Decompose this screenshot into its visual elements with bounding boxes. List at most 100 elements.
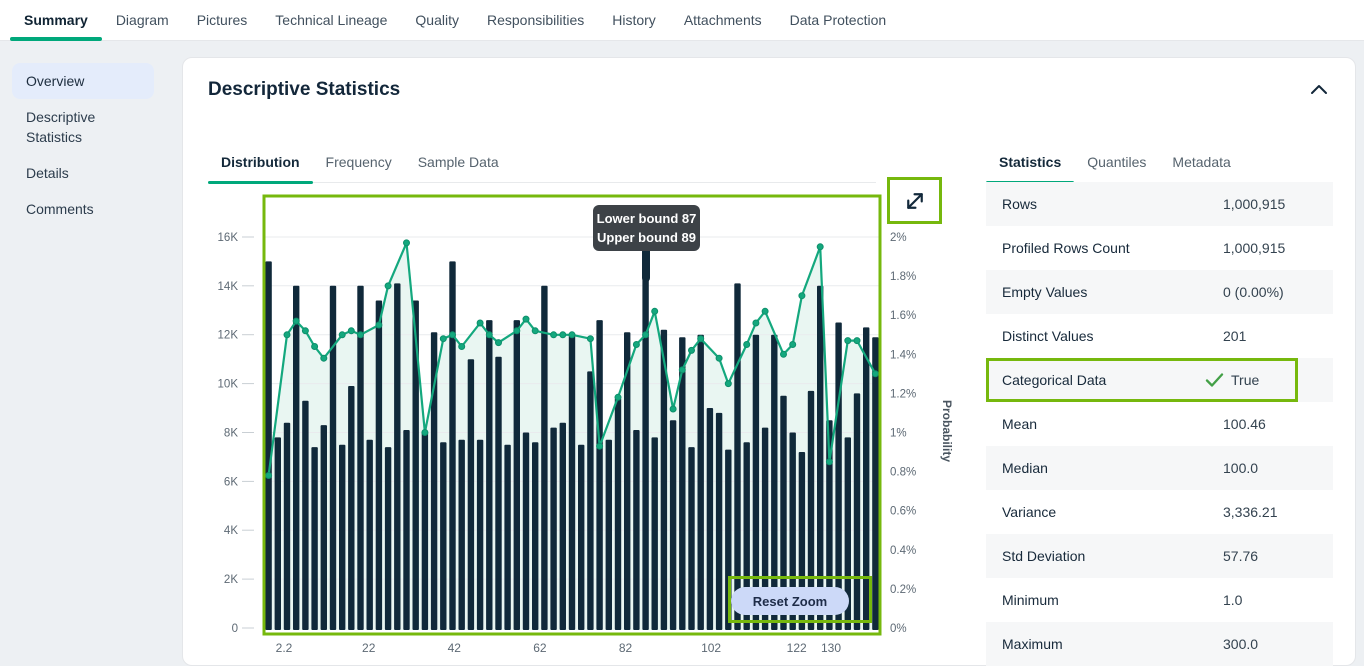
stat-value: 201 bbox=[1223, 328, 1246, 344]
nav-tab-technical-lineage[interactable]: Technical Lineage bbox=[261, 0, 401, 40]
svg-text:122: 122 bbox=[787, 641, 807, 655]
stat-label: Categorical Data bbox=[986, 372, 1106, 388]
stat-value: 57.76 bbox=[1223, 548, 1258, 564]
stats-tab-statistics[interactable]: Statistics bbox=[986, 144, 1074, 182]
sidebar-item-descriptive-statistics[interactable]: Descriptive Statistics bbox=[12, 99, 154, 155]
tooltip-lower-bound: Lower bound 87 bbox=[593, 209, 700, 228]
top-nav-tabs: SummaryDiagramPicturesTechnical LineageQ… bbox=[0, 0, 1364, 41]
stat-label: Mean bbox=[986, 416, 1037, 432]
stat-value-with-check: True bbox=[1205, 372, 1259, 388]
stat-row-variance: Variance 3,336.21 bbox=[986, 490, 1333, 534]
svg-text:4K: 4K bbox=[224, 525, 238, 537]
expand-diagonal-arrows-icon bbox=[899, 185, 931, 217]
stat-label: Profiled Rows Count bbox=[986, 240, 1130, 256]
stat-row-rows: Rows 1,000,915 bbox=[986, 182, 1333, 226]
svg-text:2%: 2% bbox=[890, 232, 907, 244]
app-screen: SummaryDiagramPicturesTechnical LineageQ… bbox=[0, 0, 1364, 666]
chart-tab-distribution[interactable]: Distribution bbox=[208, 144, 313, 182]
stat-label: Minimum bbox=[986, 592, 1059, 608]
stat-value: 100.46 bbox=[1223, 416, 1266, 432]
stat-value: 1.0 bbox=[1223, 592, 1242, 608]
stat-label: Median bbox=[986, 460, 1048, 476]
stat-label: Empty Values bbox=[986, 284, 1087, 300]
svg-text:2K: 2K bbox=[224, 574, 238, 586]
stat-value: 300.0 bbox=[1223, 636, 1258, 652]
distribution-chart: 16K 14K 12K 10K 8K 6K 4K 2K 0 2% 1.8% 1.6% 1.4% 1.2% 1… bbox=[208, 186, 968, 664]
svg-text:0.2%: 0.2% bbox=[890, 584, 916, 596]
svg-text:42: 42 bbox=[448, 641, 462, 655]
svg-text:0%: 0% bbox=[890, 623, 907, 635]
stat-label: Rows bbox=[986, 196, 1037, 212]
chart-tab-sample-data[interactable]: Sample Data bbox=[405, 144, 512, 182]
stat-label: Std Deviation bbox=[986, 548, 1085, 564]
descriptive-statistics-card: Descriptive Statistics DistributionFrequ… bbox=[182, 57, 1356, 666]
svg-text:1.4%: 1.4% bbox=[890, 349, 916, 361]
nav-tab-diagram[interactable]: Diagram bbox=[102, 0, 183, 40]
svg-text:12K: 12K bbox=[218, 330, 239, 342]
sidebar-item-overview[interactable]: Overview bbox=[12, 63, 154, 99]
svg-text:0.6%: 0.6% bbox=[890, 506, 916, 518]
svg-text:0.4%: 0.4% bbox=[890, 545, 916, 557]
stat-value: 1,000,915 bbox=[1223, 196, 1285, 212]
svg-text:0: 0 bbox=[232, 623, 238, 635]
nav-tab-summary[interactable]: Summary bbox=[10, 0, 102, 40]
svg-text:1.2%: 1.2% bbox=[890, 388, 916, 400]
tooltip-upper-bound: Upper bound 89 bbox=[593, 228, 700, 247]
chart-tab-frequency[interactable]: Frequency bbox=[313, 144, 405, 182]
svg-text:22: 22 bbox=[362, 641, 376, 655]
chart-tooltip: Lower bound 87 Upper bound 89 bbox=[593, 205, 700, 251]
nav-tab-responsibilities[interactable]: Responsibilities bbox=[473, 0, 598, 40]
stat-row-minimum: Minimum 1.0 bbox=[986, 578, 1333, 622]
stat-row-median: Median 100.0 bbox=[986, 446, 1333, 490]
svg-text:130: 130 bbox=[821, 641, 841, 655]
nav-tab-history[interactable]: History bbox=[598, 0, 670, 40]
annotation-box-reset-zoom: Reset Zoom bbox=[728, 576, 872, 623]
svg-text:Probability: Probability bbox=[940, 400, 954, 462]
svg-text:1.6%: 1.6% bbox=[890, 310, 916, 322]
svg-text:0.8%: 0.8% bbox=[890, 467, 916, 479]
stat-label: Maximum bbox=[986, 636, 1063, 652]
collapse-section-button[interactable] bbox=[1309, 82, 1329, 98]
svg-text:14K: 14K bbox=[218, 281, 239, 293]
svg-text:102: 102 bbox=[701, 641, 721, 655]
svg-text:62: 62 bbox=[533, 641, 547, 655]
svg-text:1.8%: 1.8% bbox=[890, 271, 916, 283]
svg-text:6K: 6K bbox=[224, 476, 238, 488]
stats-tab-metadata[interactable]: Metadata bbox=[1159, 144, 1243, 182]
sidebar-item-details[interactable]: Details bbox=[12, 155, 154, 191]
card-title: Descriptive Statistics bbox=[208, 79, 400, 101]
svg-text:8K: 8K bbox=[224, 428, 238, 440]
stat-row-distinct-values: Distinct Values 201 bbox=[986, 314, 1333, 358]
stat-label: Distinct Values bbox=[986, 328, 1094, 344]
nav-tab-attachments[interactable]: Attachments bbox=[670, 0, 776, 40]
stat-row-categorical-data: Categorical Data True bbox=[986, 358, 1333, 402]
reset-zoom-button[interactable]: Reset Zoom bbox=[731, 587, 849, 615]
stat-row-profiled-rows-count: Profiled Rows Count 1,000,915 bbox=[986, 226, 1333, 270]
svg-text:82: 82 bbox=[619, 641, 633, 655]
nav-tab-pictures[interactable]: Pictures bbox=[183, 0, 262, 40]
stat-row-std-deviation: Std Deviation 57.76 bbox=[986, 534, 1333, 578]
svg-text:10K: 10K bbox=[218, 379, 239, 391]
svg-text:1%: 1% bbox=[890, 428, 907, 440]
checkmark-icon bbox=[1205, 372, 1224, 388]
stat-label: Variance bbox=[986, 504, 1056, 520]
stat-value: 0 (0.00%) bbox=[1223, 284, 1284, 300]
sidebar-item-comments[interactable]: Comments bbox=[12, 191, 154, 227]
nav-tab-data-protection[interactable]: Data Protection bbox=[776, 0, 901, 40]
stat-value: 100.0 bbox=[1223, 460, 1258, 476]
nav-tab-quality[interactable]: Quality bbox=[401, 0, 473, 40]
svg-text:16K: 16K bbox=[218, 232, 239, 244]
chevron-up-icon bbox=[1309, 82, 1329, 98]
stat-value: 1,000,915 bbox=[1223, 240, 1285, 256]
stat-value: 3,336.21 bbox=[1223, 504, 1278, 520]
svg-text:2.2: 2.2 bbox=[276, 641, 293, 655]
stat-row-mean: Mean 100.46 bbox=[986, 402, 1333, 446]
statistics-table: Rows 1,000,915 Profiled Rows Count 1,000,91… bbox=[986, 182, 1333, 666]
sidebar: OverviewDescriptive StatisticsDetailsCom… bbox=[12, 63, 154, 227]
stats-tab-quantiles[interactable]: Quantiles bbox=[1074, 144, 1159, 182]
expand-chart-button[interactable] bbox=[887, 177, 942, 224]
chart-tabstrip: DistributionFrequencySample Data bbox=[208, 144, 876, 183]
stat-row-empty-values: Empty Values 0 (0.00%) bbox=[986, 270, 1333, 314]
stat-row-maximum: Maximum 300.0 bbox=[986, 622, 1333, 666]
stats-tabstrip: StatisticsQuantilesMetadata bbox=[986, 144, 1333, 183]
